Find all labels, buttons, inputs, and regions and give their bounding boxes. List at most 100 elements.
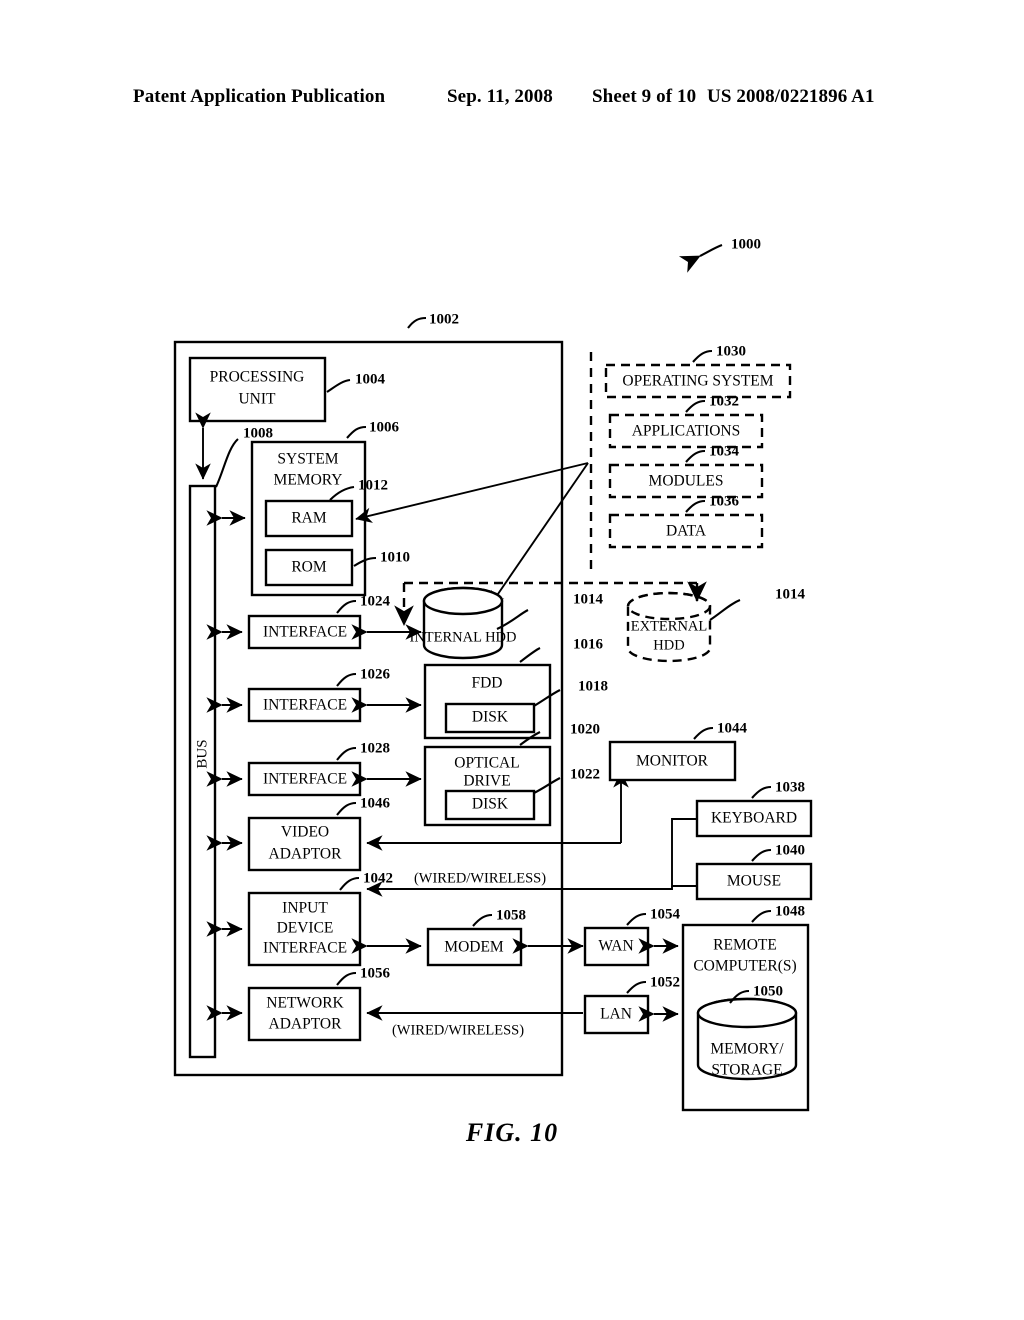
monitor-label: MONITOR	[636, 753, 709, 770]
ref-1042: 1042	[363, 870, 393, 886]
ref-callout-1024: 1024	[336, 593, 391, 614]
ref-1000: 1000	[731, 236, 761, 252]
external-hdd-label-line1: EXTERNAL	[631, 618, 708, 634]
patent-page: Patent Application Publication Sep. 11, …	[0, 0, 1024, 1320]
ref-callout-1040: 1040	[751, 842, 805, 862]
video-adaptor-label-line2: ADAPTOR	[269, 846, 343, 863]
ref-callout-1014-external: 1014	[709, 586, 806, 621]
fdd-block: FDD DISK	[423, 663, 552, 740]
ref-callout-1032: 1032	[685, 393, 739, 413]
operating-system-label: OPERATING SYSTEM	[622, 373, 773, 390]
ref-callout-1058: 1058	[472, 907, 526, 927]
internal-hdd-label: INTERNAL HDD	[410, 629, 517, 645]
figure-caption: FIG. 10	[465, 1118, 559, 1147]
wan-label: WAN	[598, 938, 633, 955]
lan-block: LAN	[583, 994, 650, 1035]
video-adaptor-label-line1: VIDEO	[281, 824, 329, 841]
memory-storage-cylinder: MEMORY/ STORAGE	[696, 997, 798, 1081]
ref-callout-1038: 1038	[751, 779, 805, 799]
ref-1056: 1056	[360, 965, 391, 981]
interface-hdd-label: INTERFACE	[263, 624, 347, 641]
processing-unit-label-line2: UNIT	[238, 391, 276, 408]
ref-1026: 1026	[360, 666, 391, 682]
optical-disk-label: DISK	[472, 796, 509, 813]
mouse-label: MOUSE	[727, 873, 781, 890]
ref-callout-1004: 1004	[326, 371, 386, 393]
ref-callout-1028: 1028	[336, 740, 390, 761]
ref-callout-1048: 1048	[751, 903, 805, 923]
ref-callout-1026: 1026	[336, 666, 391, 687]
ref-1052: 1052	[650, 974, 680, 990]
ref-1034: 1034	[709, 443, 740, 459]
ref-callout-1002: 1002	[407, 311, 459, 329]
ref-1040: 1040	[775, 842, 805, 858]
network-adaptor-label-line1: NETWORK	[266, 995, 344, 1012]
remote-computers-label-line2: COMPUTER(S)	[693, 958, 796, 975]
ref-1016: 1016	[573, 636, 604, 652]
interface-optical-block: INTERFACE	[247, 761, 362, 797]
monitor-block: MONITOR	[608, 740, 737, 782]
ref-callout-1030: 1030	[692, 343, 746, 363]
ref-callout-1046: 1046	[336, 795, 391, 816]
processing-unit-label-line1: PROCESSING	[210, 369, 305, 386]
ref-1024: 1024	[360, 593, 391, 609]
external-hdd-cylinder: EXTERNAL HDD	[626, 591, 712, 663]
internal-hdd-cylinder: INTERNAL HDD	[410, 586, 517, 660]
ref-1028: 1028	[360, 740, 390, 756]
arrow-software-to-hdd	[488, 462, 589, 608]
ref-callout-1000: 1000	[678, 236, 761, 273]
keyboard-label: KEYBOARD	[711, 810, 797, 827]
processing-unit-box	[188, 356, 327, 423]
ref-1050: 1050	[753, 983, 783, 999]
ref-1048: 1048	[775, 903, 805, 919]
wired-wireless-bottom-label: (WIRED/WIRELESS)	[392, 1022, 524, 1038]
wan-block: WAN	[583, 926, 650, 967]
ref-1054: 1054	[650, 906, 681, 922]
ram-label: RAM	[291, 510, 327, 527]
ref-1014-internal: 1014	[573, 591, 604, 607]
system-memory-label-line2: MEMORY	[274, 472, 343, 489]
bus-bar-1008	[188, 484, 217, 1059]
ref-1038: 1038	[775, 779, 805, 795]
system-memory-label-line1: SYSTEM	[277, 451, 338, 468]
ref-callout-1056: 1056	[336, 965, 391, 986]
applications-label: APPLICATIONS	[632, 423, 741, 440]
ref-1058: 1058	[496, 907, 526, 923]
modules-label: MODULES	[649, 473, 724, 490]
bus-label: BUS	[194, 739, 210, 768]
data-label: DATA	[666, 523, 707, 540]
interface-fdd-label: INTERFACE	[263, 697, 347, 714]
ref-callout-1034: 1034	[685, 443, 740, 463]
network-adaptor-block: NETWORK ADAPTOR	[247, 986, 362, 1042]
ref-1032: 1032	[709, 393, 739, 409]
applications-block: APPLICATIONS	[608, 413, 764, 449]
mouse-block: MOUSE	[695, 862, 813, 901]
ref-callout-1036: 1036	[685, 493, 740, 513]
ref-1018: 1018	[578, 678, 608, 694]
ref-callout-1044: 1044	[693, 720, 748, 740]
ref-1010: 1010	[380, 549, 410, 565]
ref-1006: 1006	[369, 419, 400, 435]
modem-block: MODEM	[426, 927, 523, 967]
ref-callout-1052: 1052	[626, 974, 680, 994]
input-device-interface-label-line2: DEVICE	[277, 920, 334, 937]
keyboard-block: KEYBOARD	[695, 799, 813, 838]
memory-storage-label-line1: MEMORY/	[710, 1041, 784, 1058]
ref-1004: 1004	[355, 371, 386, 387]
system-memory-block: SYSTEM MEMORY RAM ROM	[250, 440, 367, 597]
ref-1008: 1008	[243, 425, 273, 441]
fdd-label: FDD	[471, 675, 502, 692]
line-keyboard-mouse-junction	[671, 818, 697, 887]
interface-hdd-block: INTERFACE	[247, 614, 362, 650]
data-block: DATA	[608, 513, 764, 549]
lan-label: LAN	[600, 1006, 632, 1023]
line-hid-to-input-interface	[366, 881, 673, 897]
interface-optical-label: INTERFACE	[263, 771, 347, 788]
ref-1046: 1046	[360, 795, 391, 811]
ref-callout-1014-internal: 1014	[496, 591, 604, 630]
ref-callout-1006: 1006	[346, 419, 400, 439]
ref-1012: 1012	[358, 477, 388, 493]
optical-drive-block: OPTICAL DRIVE DISK	[423, 745, 552, 827]
optical-drive-label-line2: DRIVE	[463, 773, 510, 790]
wired-wireless-top-label: (WIRED/WIRELESS)	[414, 870, 546, 886]
